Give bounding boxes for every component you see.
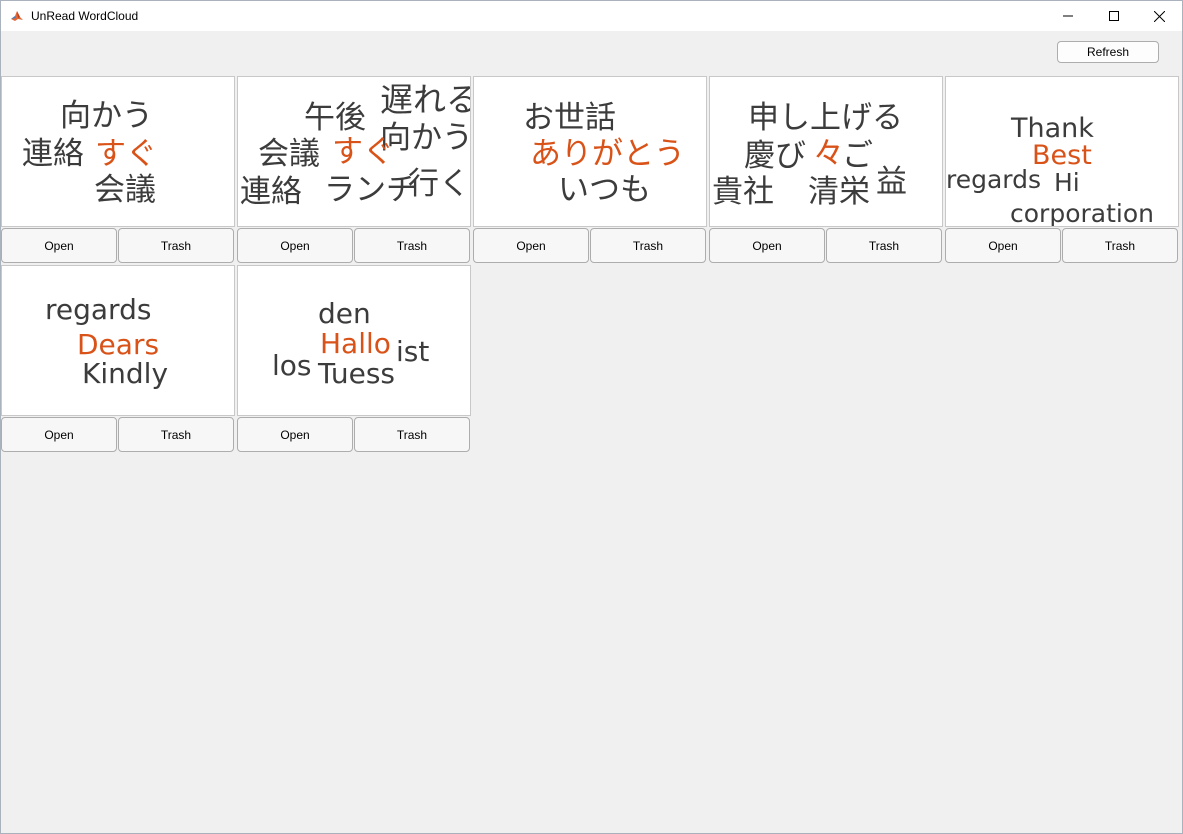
cloud-word: 行く (408, 166, 470, 202)
cloud-word: Kindly (82, 357, 169, 390)
open-button[interactable]: Open (709, 228, 825, 263)
word-cloud: Thank Best regards Hi corporation (945, 76, 1179, 227)
cloud-word: regards (45, 293, 152, 326)
cloud-word: 慶び (744, 138, 806, 174)
cloud-word: corporation (1010, 199, 1154, 227)
open-button[interactable]: Open (1, 228, 117, 263)
cloud-word: 貴社 (712, 174, 774, 210)
cloud-word: Hi (1054, 168, 1080, 197)
trash-button[interactable]: Trash (1062, 228, 1178, 263)
trash-button[interactable]: Trash (826, 228, 942, 263)
cloud-word: 連絡 (22, 136, 84, 172)
minimize-icon (1063, 15, 1073, 17)
wordcloud-tile: お世話 ありがとう いつも Open Trash (473, 76, 707, 264)
word-cloud: 向かう 連絡 すぐ 会議 (1, 76, 235, 227)
cloud-word: 遅れる (380, 80, 471, 119)
wordcloud-tile: 向かう 連絡 すぐ 会議 Open Trash (1, 76, 235, 264)
matlab-app-icon (10, 9, 24, 23)
cloud-word: Thank (1011, 113, 1094, 144)
cloud-word: 益 (876, 164, 907, 200)
open-button[interactable]: Open (237, 228, 353, 263)
cloud-word-highlight: Dears (77, 328, 160, 361)
word-cloud: den Hallo ist los Tuess (237, 265, 471, 416)
cloud-word: ist (396, 335, 430, 368)
open-button[interactable]: Open (237, 417, 353, 452)
cloud-word: ランチ (324, 172, 417, 208)
word-cloud: 遅れる 午後 向かう 会議 すぐ 連絡 ランチ 行く (237, 76, 471, 227)
open-button[interactable]: Open (1, 417, 117, 452)
trash-button[interactable]: Trash (118, 417, 234, 452)
cloud-word-highlight: ありがとう (530, 136, 685, 172)
cloud-word: お世話 (523, 100, 616, 136)
cloud-word: den (318, 297, 371, 330)
cloud-word: regards (946, 165, 1042, 194)
cloud-word: ご (842, 138, 873, 174)
open-button[interactable]: Open (473, 228, 589, 263)
minimize-button[interactable] (1045, 1, 1091, 31)
cloud-word: 申し上げる (748, 100, 903, 136)
cloud-word: 会議 (258, 136, 320, 172)
close-icon (1153, 10, 1165, 22)
word-cloud: お世話 ありがとう いつも (473, 76, 707, 227)
refresh-button[interactable]: Refresh (1057, 41, 1159, 63)
trash-button[interactable]: Trash (590, 228, 706, 263)
cloud-word: いつも (558, 172, 651, 208)
maximize-icon (1109, 11, 1119, 21)
open-button[interactable]: Open (945, 228, 1061, 263)
wordcloud-tile: Thank Best regards Hi corporation Open T… (945, 76, 1179, 264)
wordcloud-tile: den Hallo ist los Tuess Open Trash (237, 265, 471, 453)
cloud-word-highlight: すぐ (332, 134, 394, 170)
title-bar[interactable]: UnRead WordCloud (1, 1, 1182, 31)
cloud-word: 連絡 (240, 174, 302, 210)
wordcloud-tile: regards Dears Kindly Open Trash (1, 265, 235, 453)
trash-button[interactable]: Trash (118, 228, 234, 263)
close-button[interactable] (1136, 1, 1182, 31)
window-title: UnRead WordCloud (31, 9, 139, 23)
cloud-word-highlight: 々 (813, 136, 844, 172)
trash-button[interactable]: Trash (354, 228, 470, 263)
cloud-word: los (272, 349, 312, 382)
cloud-word-highlight: Hallo (320, 327, 391, 360)
cloud-word-highlight: すぐ (95, 136, 157, 172)
wordcloud-tile: 申し上げる 慶び 々 ご 益 貴社 清栄 Open Trash (709, 76, 943, 264)
cloud-word: 向かう (60, 98, 153, 134)
word-cloud: 申し上げる 慶び 々 ご 益 貴社 清栄 (709, 76, 943, 227)
app-window: UnRead WordCloud Refresh 向かう 連絡 すぐ 会議 Op (0, 0, 1183, 834)
cloud-word: 会議 (94, 172, 156, 208)
trash-button[interactable]: Trash (354, 417, 470, 452)
word-cloud: regards Dears Kindly (1, 265, 235, 416)
cloud-word: Tuess (318, 357, 395, 390)
wordcloud-tile: 遅れる 午後 向かう 会議 すぐ 連絡 ランチ 行く Open Trash (237, 76, 471, 264)
cloud-word: 清栄 (808, 174, 870, 210)
cloud-word: 午後 (304, 100, 366, 136)
maximize-button[interactable] (1091, 1, 1137, 31)
